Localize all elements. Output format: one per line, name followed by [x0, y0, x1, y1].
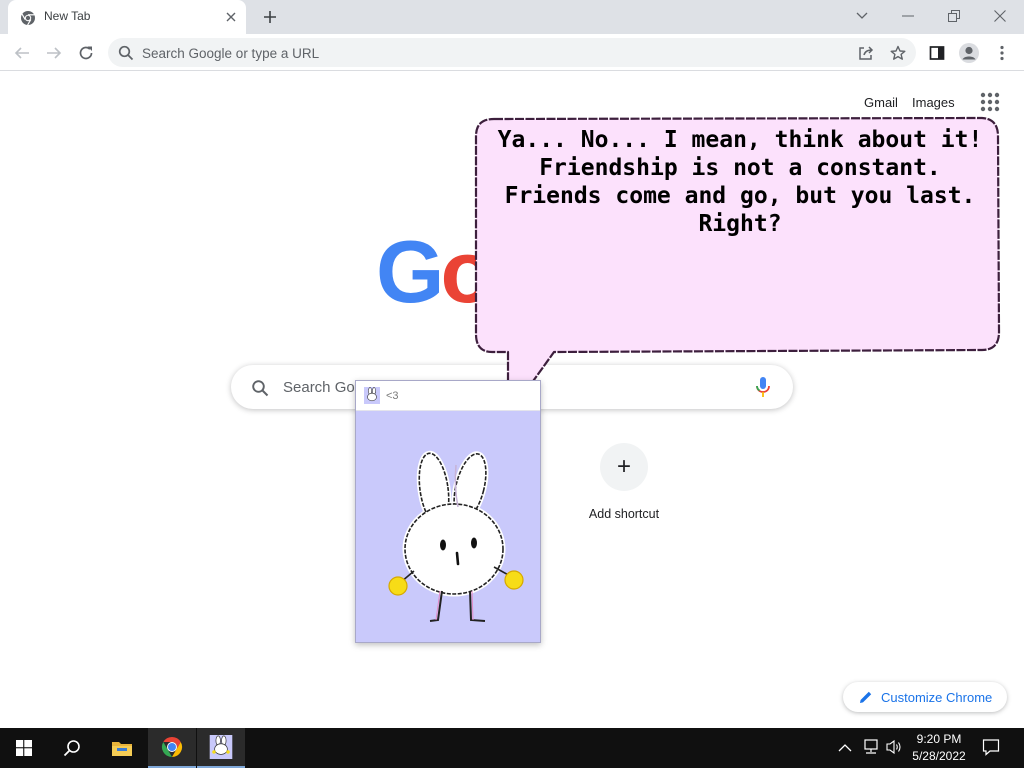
pet-window-title: <3	[386, 390, 399, 402]
pet-window-titlebar[interactable]: <3	[356, 381, 540, 411]
arrow-left-icon	[14, 47, 29, 59]
bunny-app-icon	[364, 387, 380, 404]
tab-title: New Tab	[44, 9, 91, 23]
profile-button[interactable]	[955, 39, 983, 67]
logo-letter-g: G	[376, 222, 444, 321]
restore-icon	[948, 10, 960, 22]
browser-toolbar	[0, 34, 1024, 71]
avatar-icon	[959, 43, 979, 63]
show-hidden-icons-button[interactable]	[838, 740, 854, 756]
minimize-icon	[902, 15, 914, 17]
network-tray-button[interactable]	[862, 739, 880, 757]
tab-search-button[interactable]	[846, 4, 878, 28]
restore-button[interactable]	[938, 4, 970, 28]
clock-time[interactable]: 9:20 PM	[906, 732, 972, 746]
file-explorer-icon	[112, 742, 132, 756]
forward-button[interactable]	[40, 39, 68, 67]
taskbar-chrome[interactable]	[148, 728, 196, 768]
menu-button[interactable]	[988, 39, 1016, 67]
customize-chrome-button[interactable]: Customize Chrome	[843, 682, 1007, 712]
search-icon	[118, 45, 134, 61]
network-icon	[864, 739, 878, 754]
bunny-app-icon	[209, 735, 233, 759]
reload-button[interactable]	[72, 39, 100, 67]
add-shortcut-button[interactable]: +	[600, 443, 648, 491]
chevron-up-icon	[838, 744, 852, 752]
chevron-down-icon	[856, 12, 868, 19]
share-icon	[859, 46, 874, 60]
speech-bubble-text: Ya... No... I mean, think about it! Frie…	[497, 127, 983, 237]
reload-icon	[79, 46, 93, 60]
arrow-right-icon	[47, 47, 62, 59]
close-icon	[226, 12, 236, 22]
side-panel-icon	[929, 46, 945, 60]
close-icon	[994, 10, 1006, 22]
bunny-character[interactable]	[384, 447, 526, 627]
gmail-link[interactable]: Gmail	[864, 95, 898, 110]
images-link[interactable]: Images	[912, 95, 955, 110]
notification-icon	[982, 739, 1000, 756]
tab-new-tab[interactable]: New Tab	[8, 0, 246, 34]
plus-icon: +	[616, 453, 631, 480]
taskbar: 9:20 PM 5/28/2022	[0, 728, 1024, 768]
close-tab-button[interactable]	[222, 8, 240, 26]
tab-strip: New Tab	[0, 0, 1024, 34]
pencil-icon	[860, 691, 872, 703]
windows-logo-icon	[16, 740, 32, 756]
chrome-icon	[21, 11, 35, 26]
back-button[interactable]	[8, 39, 36, 67]
side-panel-button[interactable]	[923, 39, 951, 67]
taskbar-search-button[interactable]	[48, 728, 96, 768]
taskbar-bunny-app[interactable]	[197, 728, 245, 768]
minimize-button[interactable]	[892, 4, 924, 28]
star-icon	[890, 45, 906, 60]
speaker-icon	[886, 739, 901, 755]
start-button[interactable]	[0, 728, 48, 768]
search-icon	[252, 380, 269, 397]
pet-window[interactable]: <3	[355, 380, 541, 643]
more-vertical-icon	[1000, 45, 1004, 61]
ntp-search-placeholder: Search Go	[283, 379, 355, 396]
action-center-button[interactable]	[982, 738, 1002, 758]
close-window-button[interactable]	[984, 4, 1016, 28]
customize-chrome-label: Customize Chrome	[881, 689, 993, 705]
volume-tray-button[interactable]	[885, 739, 903, 757]
clock-date[interactable]: 5/28/2022	[906, 749, 972, 763]
chrome-icon	[161, 736, 183, 758]
search-icon	[63, 740, 80, 757]
add-shortcut-label: Add shortcut	[588, 507, 660, 521]
share-button[interactable]	[852, 39, 880, 67]
taskbar-file-explorer[interactable]	[98, 728, 146, 768]
address-bar[interactable]	[108, 38, 916, 67]
plus-icon	[264, 11, 276, 23]
new-tab-button[interactable]	[258, 6, 282, 28]
address-input[interactable]	[142, 44, 822, 62]
apps-grid-icon[interactable]	[978, 90, 1002, 114]
bookmark-button[interactable]	[884, 39, 912, 67]
